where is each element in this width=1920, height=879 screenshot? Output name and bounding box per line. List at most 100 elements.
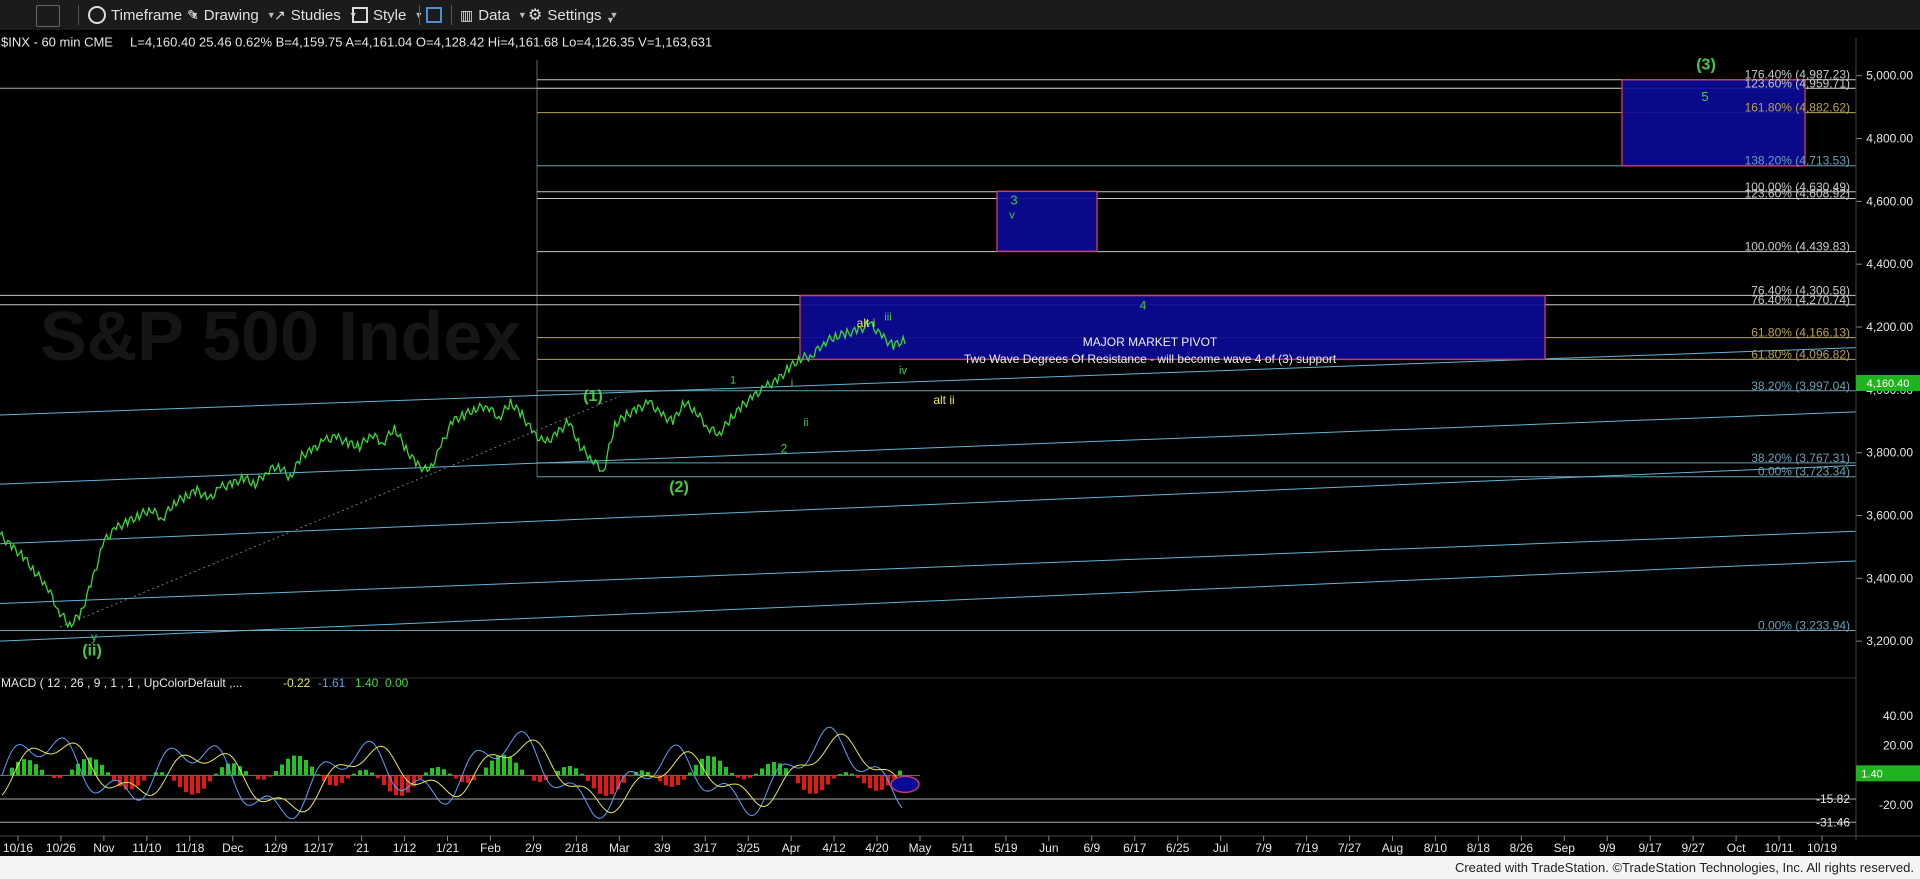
macd-histogram-bar (262, 775, 266, 780)
data-menu[interactable]: ▥ Data ▼ (460, 4, 527, 26)
y-tick-label-3: 4,400.00 (1866, 257, 1913, 271)
macd-histogram-bar (844, 772, 848, 776)
macd-histogram-bar (34, 764, 38, 776)
x-tick-label-21: May (909, 841, 932, 855)
macd-histogram-bar (856, 775, 860, 778)
clock-icon (88, 6, 106, 24)
style-menu[interactable]: Style ▼ (352, 4, 423, 26)
macd-histogram-bar (232, 763, 236, 776)
macd-histogram-bar (766, 763, 770, 776)
layout-icon (426, 7, 442, 23)
macd-histogram-bar (592, 775, 596, 789)
x-tick-label-7: 12/17 (304, 841, 334, 855)
x-tick-label-29: 7/9 (1255, 841, 1272, 855)
x-tick-label-14: Mar (609, 841, 630, 855)
macd-value-1: -0.22 (283, 676, 311, 690)
macd-histogram-bar (874, 775, 878, 791)
macd-histogram-bar (82, 759, 86, 776)
timeframe-label: Timeframe (111, 6, 183, 24)
y-tick-label-8: 3,400.00 (1866, 571, 1913, 585)
macd-histogram-bar (880, 775, 884, 790)
gear-icon: ⚙ (528, 7, 543, 24)
drawing-menu[interactable]: ✎ Drawing ▼ (187, 4, 276, 26)
macd-histogram-bar (160, 772, 164, 776)
macd-histogram-bar (868, 775, 872, 789)
y-tick-label-7: 3,600.00 (1866, 508, 1913, 522)
macd-label: MACD ( 12 , 26 , 9 , 1 , 1 , UpColorDefa… (1, 676, 242, 690)
x-tick-label-23: 5/19 (994, 841, 1018, 855)
studies-menu[interactable]: ↗ Studies ▼ (274, 4, 358, 26)
chart-svg[interactable]: S&P 500 Index 176.40% (4,987.23)123.60% … (0, 30, 1920, 856)
macd-histogram-bar (310, 766, 314, 776)
macd-histogram-bar (838, 773, 842, 776)
macd-histogram-bar (184, 775, 188, 793)
x-tick-label-2: Nov (93, 841, 114, 855)
watermark: S&P 500 Index (40, 297, 521, 375)
macd-histogram-bar (112, 775, 116, 781)
y-tick-label-1: 4,800.00 (1866, 132, 1913, 146)
x-tick-label-20: 4/20 (865, 841, 889, 855)
macd-histogram-bar (850, 773, 854, 776)
wave-label-7: iv (899, 365, 907, 377)
macd-histogram-bar (628, 775, 632, 777)
macd-histogram-bar (40, 769, 44, 776)
macd-histogram-bar (52, 775, 56, 779)
timeframe-menu[interactable]: Timeframe ▼ (88, 4, 199, 26)
macd-histogram-bar (640, 770, 644, 776)
fib-label-14: 0.00% (3,233.94) (1758, 618, 1850, 632)
drawing-icon: ✎ (187, 6, 199, 23)
fib-label-3: 138.20% (4,713.53) (1745, 154, 1850, 168)
x-tick-label-36: Sep (1554, 841, 1576, 855)
macd-histogram-bar (316, 774, 320, 776)
macd-histogram-bar (538, 775, 542, 783)
macd-histogram-bar (706, 755, 710, 776)
settings-menu[interactable]: ⚙ Settings ▼ (528, 4, 618, 26)
wave-label-11: ii (804, 417, 809, 429)
window-icon[interactable] (36, 5, 60, 27)
quote-line: L=4,160.40 25.46 0.62% B=4,159.75 A=4,16… (130, 35, 712, 50)
x-tick-label-30: 7/19 (1295, 841, 1319, 855)
settings-label: Settings (547, 6, 602, 24)
macd-histogram-bar (256, 775, 260, 780)
macd-highlight-ellipse (890, 775, 920, 794)
x-tick-label-40: Oct (1727, 841, 1746, 855)
macd-histogram-bar (250, 775, 254, 777)
studies-label: Studies (290, 6, 341, 24)
macd-histogram-bar (346, 775, 350, 779)
wave-label-5: alt i (857, 316, 876, 330)
macd-tick-label-2: -20.00 (1879, 798, 1913, 812)
x-tick-label-11: Feb (480, 841, 501, 855)
overflow-menu[interactable]: ▼ (606, 9, 615, 31)
annotation-major-pivot: MAJOR MARKET PIVOT (1083, 335, 1218, 349)
macd-histogram-bar (532, 775, 536, 781)
layout-button[interactable] (426, 4, 442, 26)
style-label: Style (373, 6, 407, 24)
x-tick-label-4: 11/18 (175, 841, 204, 855)
wave-label-1: 5 (1701, 89, 1708, 104)
macd-histogram-bar (190, 775, 194, 795)
macd-tick-label-1: 20.00 (1883, 739, 1913, 753)
macd-histogram-bar (694, 764, 698, 776)
wave-label-8: alt ii (933, 393, 954, 407)
fib-label-9: 61.80% (4,166.13) (1751, 326, 1850, 340)
last-price-label: 4,160.40 (1867, 378, 1910, 390)
macd-histogram-bar (424, 772, 428, 776)
macd-histogram-bar (796, 775, 800, 784)
fib-label-5: 123.60% (4,608.92) (1745, 187, 1850, 201)
x-tick-label-19: 4/12 (822, 841, 846, 855)
macd-histogram-bar (406, 775, 410, 793)
macd-histogram-bar (178, 775, 182, 787)
price-chart[interactable]: S&P 500 Index 176.40% (4,987.23) 123.60% … (0, 30, 1920, 856)
macd-histogram-bar (286, 758, 290, 776)
x-tick-label-3: 11/10 (132, 841, 161, 855)
macd-histogram-bar (526, 775, 530, 777)
chevron-down-icon: ▼ (606, 15, 615, 25)
macd-histogram-bar (448, 773, 452, 776)
macd-histogram-bar (742, 775, 746, 780)
symbol-line: $INX - 60 min CME (1, 35, 113, 50)
macd-histogram-bar (70, 769, 74, 776)
macd-level-label-0: -15.82 (1816, 792, 1850, 806)
macd-histogram-bar (58, 775, 62, 779)
macd-histogram-bar (748, 775, 752, 778)
x-tick-label-34: 8/18 (1467, 841, 1491, 855)
